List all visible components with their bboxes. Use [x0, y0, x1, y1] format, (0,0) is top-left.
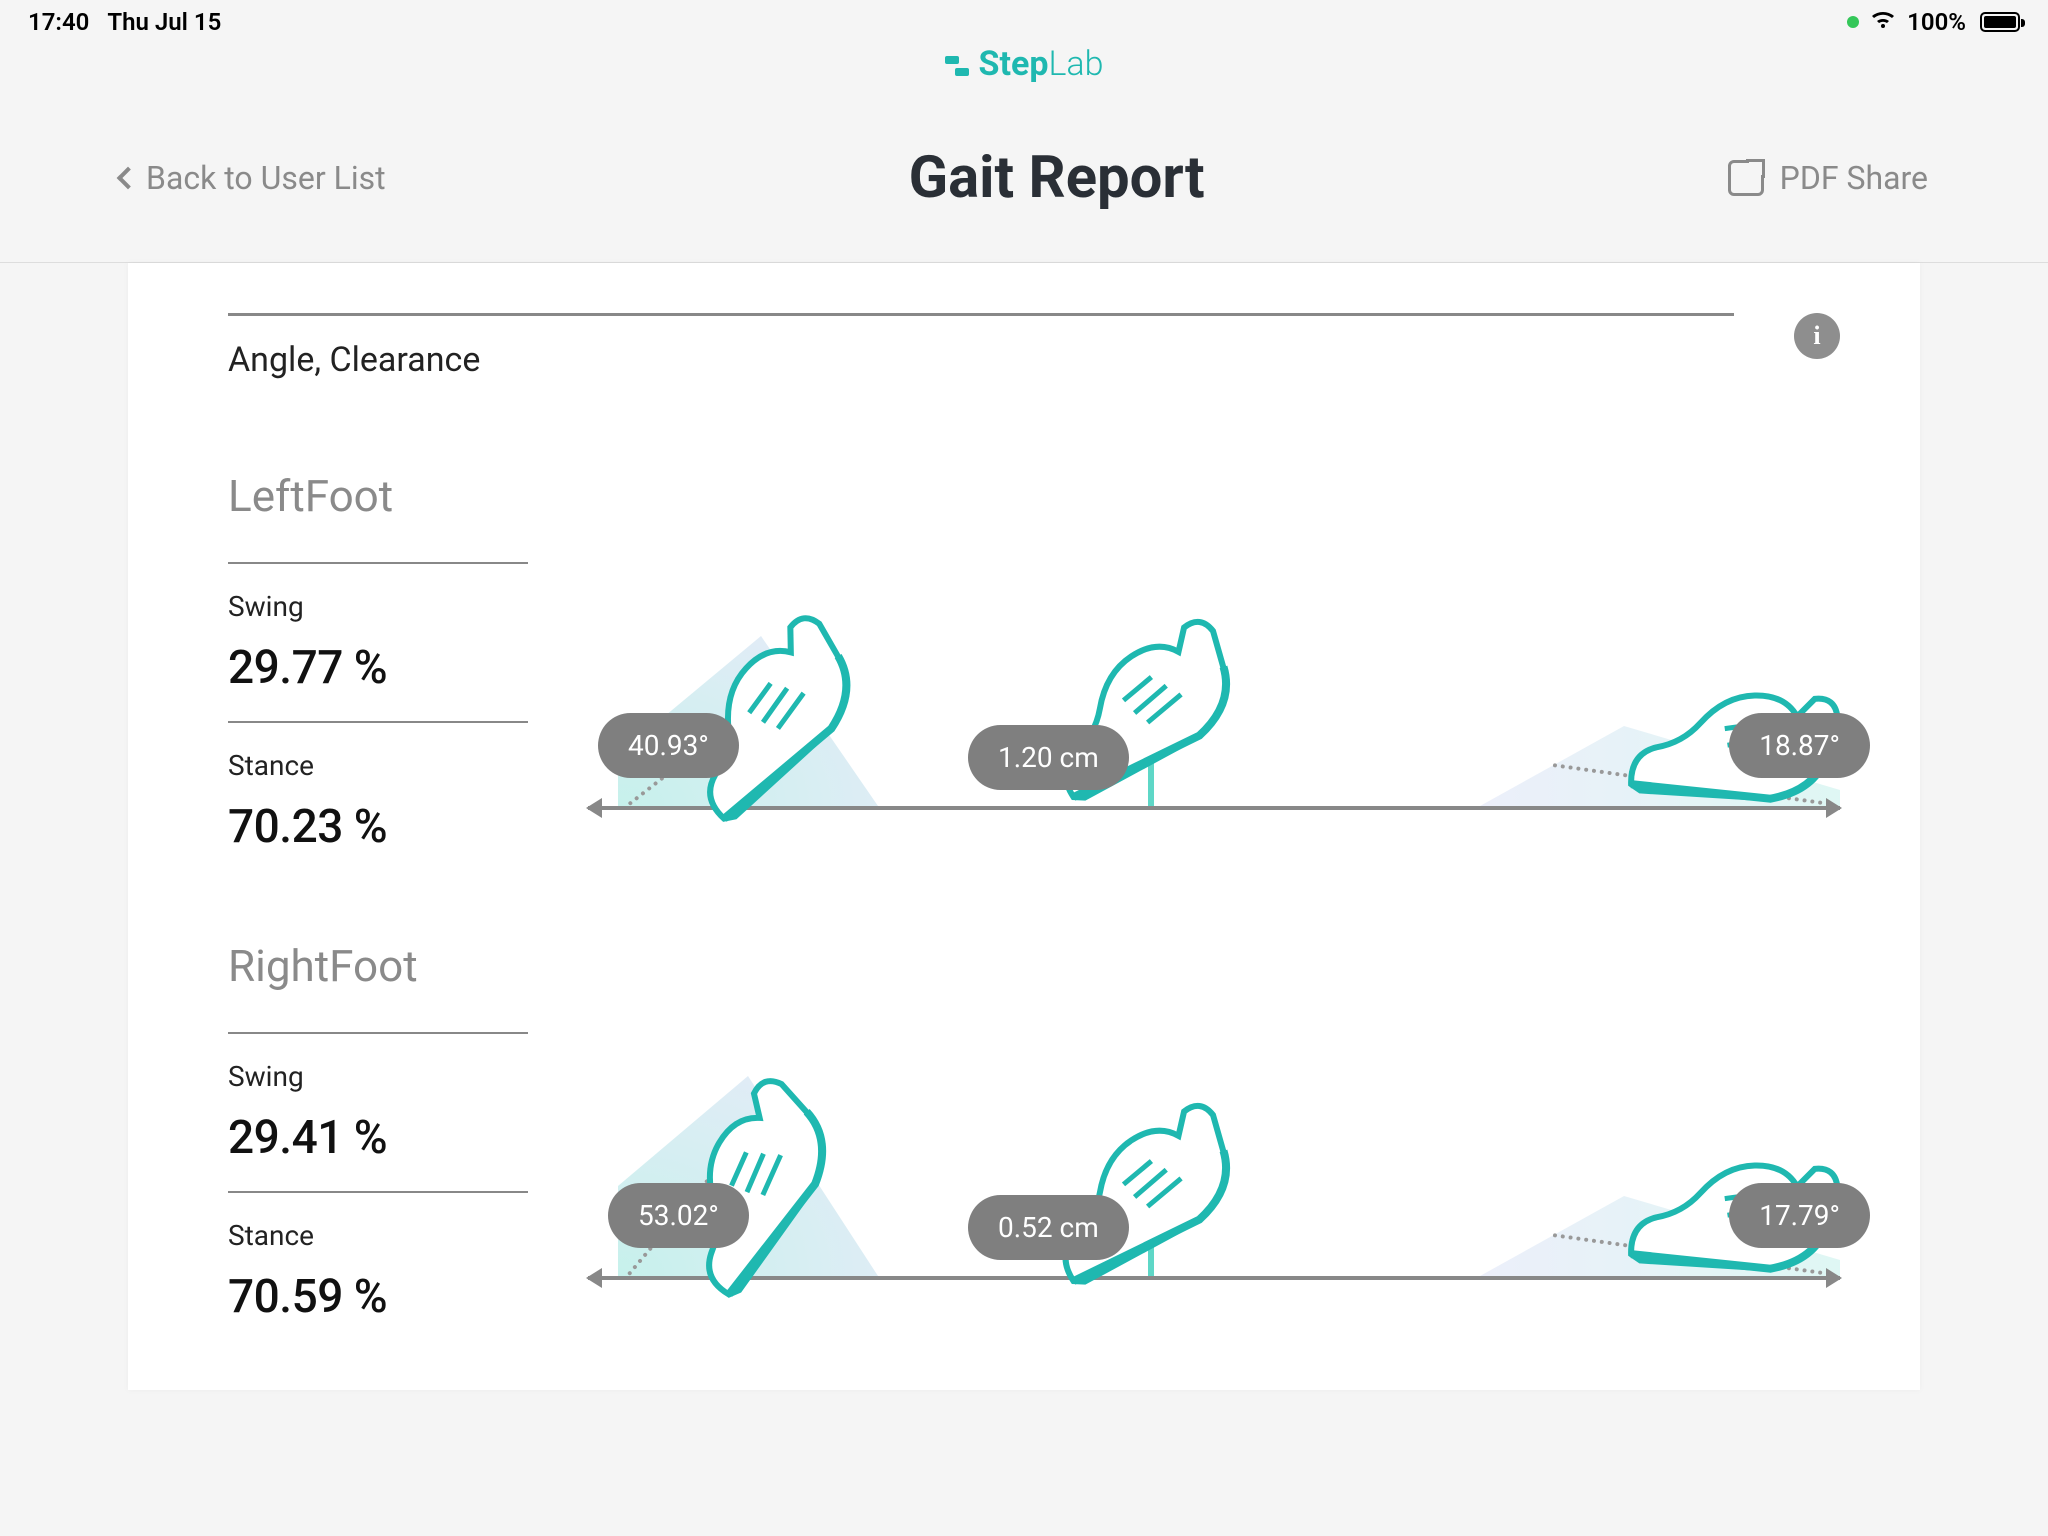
logo-text-sub: Lab [1048, 44, 1103, 84]
status-date: Thu Jul 15 [107, 8, 221, 36]
left-swing-label: Swing [228, 590, 528, 623]
pdf-share-button[interactable]: PDF Share [1728, 159, 1928, 197]
info-button[interactable]: i [1794, 313, 1840, 359]
back-button[interactable]: Back to User List [120, 159, 386, 197]
page-title: Gait Report [909, 144, 1205, 212]
left-stance-value: 70.23 % [228, 800, 528, 854]
report-card: Angle, Clearance i LeftFoot Swing 29.77 … [128, 263, 1920, 1390]
external-link-icon [1728, 160, 1764, 196]
left-foot-block: LeftFoot Swing 29.77 % Stance 70.23 % [228, 470, 1840, 880]
baseline-arrow-icon [588, 1276, 1840, 1280]
section-rule [228, 313, 1734, 316]
main-content: Angle, Clearance i LeftFoot Swing 29.77 … [0, 263, 2048, 1390]
back-label: Back to User List [146, 159, 386, 197]
chevron-left-icon [117, 167, 140, 190]
left-stance-label: Stance [228, 749, 528, 782]
left-clearance-badge: 1.20 cm [968, 725, 1129, 790]
baseline-arrow-icon [588, 806, 1840, 810]
battery-icon [1980, 12, 2020, 32]
logo-mark-icon [945, 56, 969, 76]
section-title: Angle, Clearance [228, 340, 1734, 380]
app-logo-bar: StepLab [0, 40, 2048, 84]
left-foot-diagram: 40.93° 1.20 cm 18.87° [588, 550, 1840, 830]
right-clearance-badge: 0.52 cm [968, 1195, 1129, 1260]
right-stance-value: 70.59 % [228, 1270, 528, 1324]
left-foot-label: LeftFoot [228, 470, 528, 522]
divider [228, 721, 528, 723]
info-icon: i [1813, 321, 1820, 351]
recording-indicator-icon [1847, 16, 1859, 28]
right-heel-angle-badge: 53.02° [608, 1183, 749, 1248]
left-swing-value: 29.77 % [228, 641, 528, 695]
divider [228, 562, 528, 564]
right-swing-label: Swing [228, 1060, 528, 1093]
right-toe-angle-badge: 17.79° [1729, 1183, 1870, 1248]
right-foot-label: RightFoot [228, 940, 528, 992]
logo-text-main: Step [979, 44, 1049, 84]
right-swing-value: 29.41 % [228, 1111, 528, 1165]
left-heel-angle-badge: 40.93° [598, 713, 739, 778]
divider [228, 1032, 528, 1034]
status-time: 17:40 [28, 8, 89, 36]
right-foot-diagram: 53.02° 0.52 cm 17.79° [588, 1020, 1840, 1300]
battery-percent: 100% [1907, 8, 1966, 36]
right-foot-block: RightFoot Swing 29.41 % Stance 70.59 % [228, 940, 1840, 1350]
header-nav: Back to User List Gait Report PDF Share [0, 84, 2048, 263]
wifi-icon [1869, 8, 1897, 36]
divider [228, 1191, 528, 1193]
share-label: PDF Share [1780, 159, 1928, 197]
left-toe-angle-badge: 18.87° [1729, 713, 1870, 778]
right-stance-label: Stance [228, 1219, 528, 1252]
app-logo: StepLab [945, 44, 1104, 84]
status-bar: 17:40 Thu Jul 15 100% [0, 0, 2048, 40]
